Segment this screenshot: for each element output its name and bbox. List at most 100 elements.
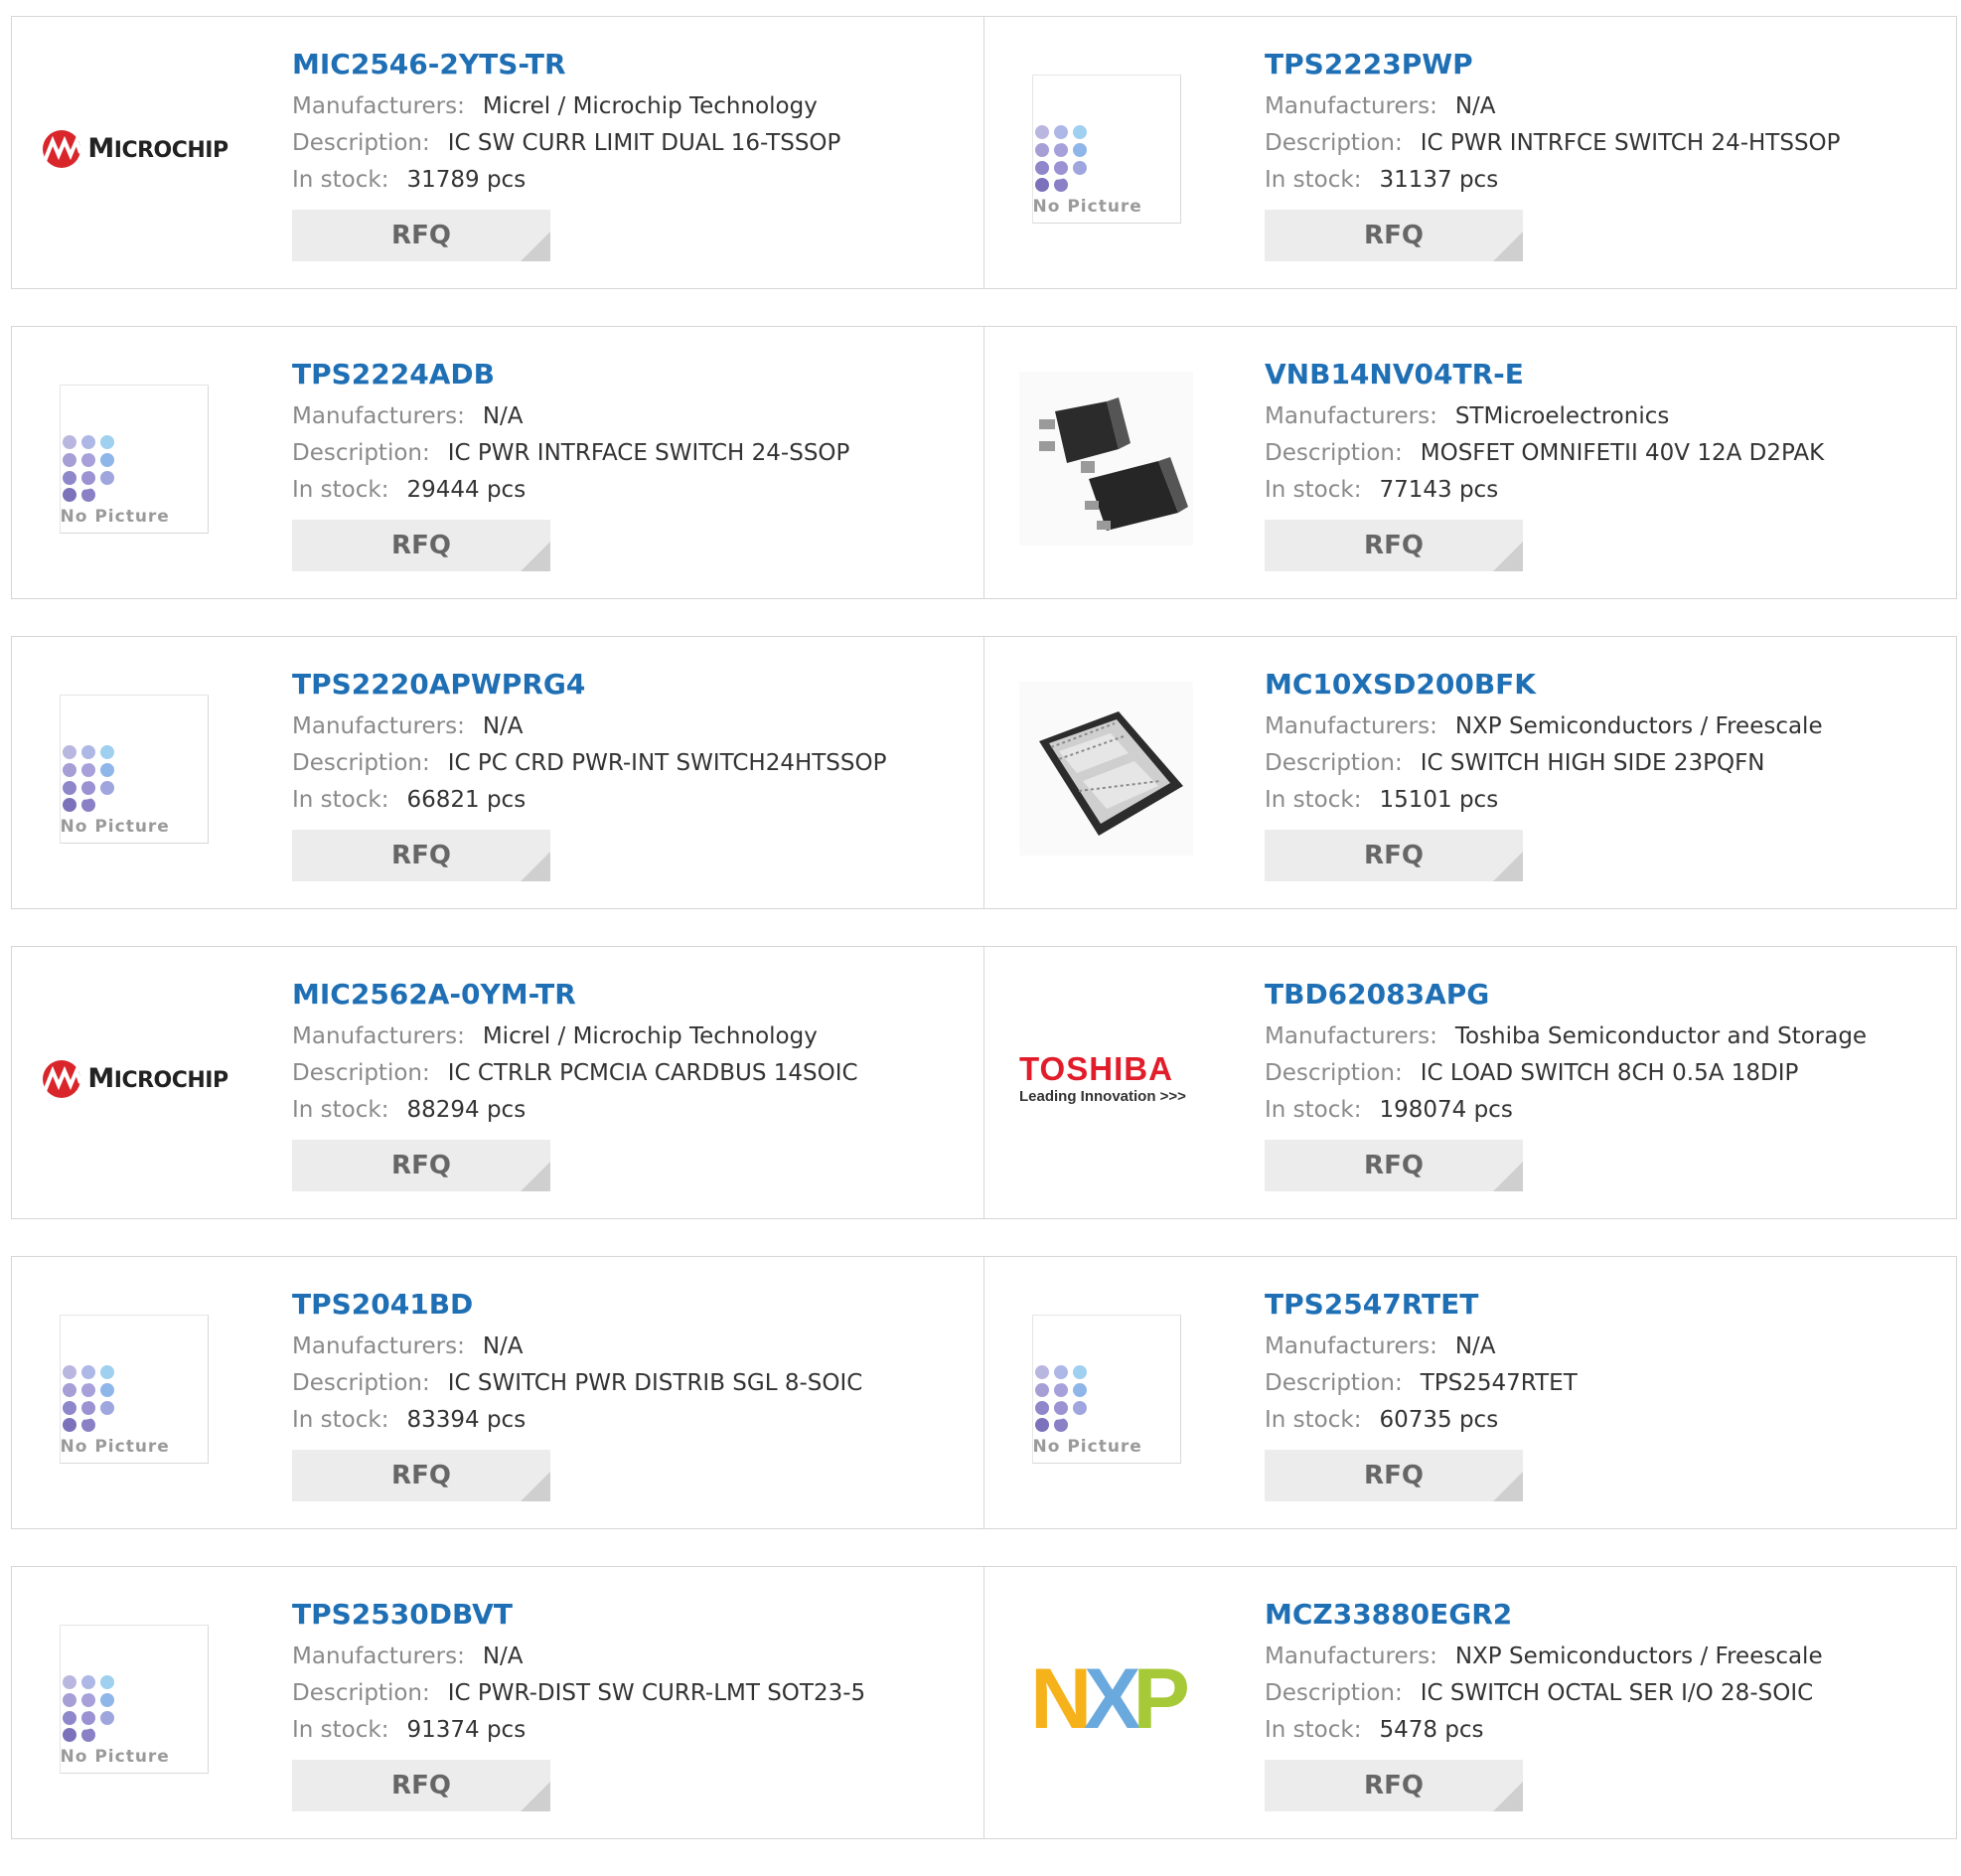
no-picture-placeholder: No Picture — [59, 1314, 209, 1464]
microchip-logo-text: MICROCHIP — [87, 133, 228, 164]
stock-value: 77143 pcs — [1379, 477, 1499, 503]
description-label: Description: — [1265, 1370, 1403, 1396]
rfq-button[interactable]: RFQ — [292, 1760, 550, 1811]
stock-label: In stock: — [292, 477, 389, 503]
part-number-link[interactable]: TPS2223PWP — [1265, 45, 1946, 84]
product-info: MC10XSD200BFK Manufacturers: NXP Semicondu… — [1265, 665, 1946, 881]
no-picture-icon — [1034, 1364, 1087, 1432]
product-image[interactable]: No Picture — [47, 1302, 221, 1476]
description-value: IC SWITCH HIGH SIDE 23PQFN — [1420, 750, 1765, 776]
product-info: TPS2530DBVT Manufacturers: N/A Description:… — [292, 1595, 974, 1811]
rfq-label: RFQ — [391, 841, 451, 870]
rfq-label: RFQ — [391, 1771, 451, 1800]
manufacturer-value: N/A — [1454, 1333, 1496, 1359]
rfq-label: RFQ — [391, 221, 451, 250]
product-image[interactable]: No Picture — [47, 682, 221, 856]
rfq-button[interactable]: RFQ — [292, 210, 550, 261]
part-number-link[interactable]: VNB14NV04TR-E — [1265, 355, 1946, 394]
rfq-button[interactable]: RFQ — [1265, 210, 1523, 261]
rfq-button[interactable]: RFQ — [292, 1140, 550, 1191]
no-picture-label: No Picture — [60, 1436, 170, 1457]
product-card: TOSHIBA Leading Innovation >>> TBD62083A… — [983, 947, 1956, 1218]
stock-label: In stock: — [1265, 1097, 1362, 1123]
rfq-button[interactable]: RFQ — [292, 830, 550, 881]
manufacturer-line: Manufacturers: N/A — [1265, 1329, 1946, 1365]
no-picture-placeholder: No Picture — [59, 1624, 209, 1774]
description-value: MOSFET OMNIFETII 40V 12A D2PAK — [1420, 440, 1825, 466]
toshiba-wordmark: TOSHIBA — [1019, 1050, 1173, 1087]
stock-line: In stock: 31789 pcs — [292, 162, 974, 199]
product-row: No Picture TPS2041BD Manufacturers: N/A Des… — [11, 1256, 1957, 1529]
part-number-link[interactable]: TPS2547RTET — [1265, 1285, 1946, 1325]
manufacturer-line: Manufacturers: N/A — [292, 1639, 974, 1675]
rfq-label: RFQ — [1364, 1151, 1424, 1180]
part-number-link[interactable]: TPS2530DBVT — [292, 1595, 974, 1635]
rfq-button[interactable]: RFQ — [1265, 830, 1523, 881]
rfq-button[interactable]: RFQ — [1265, 1450, 1523, 1501]
product-card: MICROCHIP MIC2562A-0YM-TR Manufacturers: M… — [12, 947, 983, 1218]
description-line: Description: IC PWR INTRFCE SWITCH 24-HTS… — [1265, 125, 1946, 162]
part-number-link[interactable]: TPS2041BD — [292, 1285, 974, 1325]
product-image[interactable]: MICROCHIP — [43, 62, 228, 235]
rfq-label: RFQ — [1364, 221, 1424, 250]
microchip-logo: MICROCHIP — [39, 1059, 228, 1099]
no-picture-label: No Picture — [1032, 196, 1142, 217]
rfq-button[interactable]: RFQ — [292, 520, 550, 571]
product-image[interactable]: No Picture — [47, 372, 221, 546]
product-image[interactable]: No Picture — [1019, 1302, 1193, 1476]
nxp-logo: NXP — [1030, 1650, 1190, 1747]
product-image[interactable]: NXP — [1019, 1612, 1193, 1786]
product-image[interactable] — [1019, 372, 1193, 546]
description-line: Description: IC PWR-DIST SW CURR-LMT SOT2… — [292, 1675, 974, 1712]
stock-line: In stock: 198074 pcs — [1265, 1092, 1946, 1129]
rfq-button[interactable]: RFQ — [1265, 1760, 1523, 1811]
product-image[interactable]: No Picture — [47, 1612, 221, 1786]
product-card: VNB14NV04TR-E Manufacturers: STMicroelectr… — [983, 327, 1956, 598]
product-info: TPS2220APWPRG4 Manufacturers: N/A Descripti… — [292, 665, 974, 881]
description-value: IC PC CRD PWR-INT SWITCH24HTSSOP — [447, 750, 887, 776]
stock-value: 15101 pcs — [1379, 787, 1499, 813]
stock-label: In stock: — [292, 1097, 389, 1123]
product-info: MIC2546-2YTS-TR Manufacturers: Micrel / Mi… — [292, 45, 974, 261]
no-picture-icon — [62, 434, 114, 502]
rfq-button[interactable]: RFQ — [292, 1450, 550, 1501]
description-line: Description: IC SWITCH PWR DISTRIB SGL 8-… — [292, 1365, 974, 1402]
toshiba-tagline: Leading Innovation >>> — [1019, 1088, 1186, 1105]
manufacturer-value: N/A — [1454, 93, 1496, 119]
part-number-link[interactable]: MIC2546-2YTS-TR — [292, 45, 974, 84]
manufacturer-label: Manufacturers: — [292, 713, 465, 739]
description-label: Description: — [1265, 1680, 1403, 1706]
product-card: No Picture TPS2547RTET Manufacturers: N/A D… — [983, 1257, 1956, 1528]
product-card: MC10XSD200BFK Manufacturers: NXP Semicondu… — [983, 637, 1956, 908]
description-value: IC LOAD SWITCH 8CH 0.5A 18DIP — [1420, 1060, 1799, 1086]
part-number-link[interactable]: MC10XSD200BFK — [1265, 665, 1946, 704]
part-number-link[interactable]: TPS2224ADB — [292, 355, 974, 394]
product-image[interactable]: MICROCHIP — [43, 992, 228, 1166]
rfq-button[interactable]: RFQ — [1265, 1140, 1523, 1191]
manufacturer-value: Micrel / Microchip Technology — [482, 93, 818, 119]
product-image[interactable]: TOSHIBA Leading Innovation >>> — [1019, 992, 1193, 1166]
part-number-link[interactable]: MCZ33880EGR2 — [1265, 1595, 1946, 1635]
stock-label: In stock: — [292, 167, 389, 193]
product-card: No Picture TPS2220APWPRG4 Manufacturers: N… — [12, 637, 983, 908]
description-line: Description: IC SW CURR LIMIT DUAL 16-TSS… — [292, 125, 974, 162]
product-row: No Picture TPS2220APWPRG4 Manufacturers: N… — [11, 636, 1957, 909]
product-image[interactable]: No Picture — [1019, 62, 1193, 235]
stock-line: In stock: 88294 pcs — [292, 1092, 974, 1129]
stock-value: 31137 pcs — [1379, 167, 1499, 193]
part-number-link[interactable]: TBD62083APG — [1265, 975, 1946, 1015]
stock-value: 83394 pcs — [406, 1407, 527, 1433]
product-card: No Picture TPS2530DBVT Manufacturers: N/A D… — [12, 1567, 983, 1838]
part-number-link[interactable]: MIC2562A-0YM-TR — [292, 975, 974, 1015]
stock-value: 31789 pcs — [406, 167, 527, 193]
manufacturer-line: Manufacturers: Micrel / Microchip Technol… — [292, 88, 974, 125]
product-image[interactable] — [1019, 682, 1193, 856]
no-picture-icon — [1034, 124, 1087, 192]
part-number-link[interactable]: TPS2220APWPRG4 — [292, 665, 974, 704]
manufacturer-label: Manufacturers: — [1265, 403, 1437, 429]
stock-line: In stock: 29444 pcs — [292, 472, 974, 509]
no-picture-placeholder: No Picture — [1031, 74, 1181, 224]
no-picture-label: No Picture — [60, 1746, 170, 1767]
rfq-button[interactable]: RFQ — [1265, 520, 1523, 571]
stock-value: 29444 pcs — [406, 477, 527, 503]
